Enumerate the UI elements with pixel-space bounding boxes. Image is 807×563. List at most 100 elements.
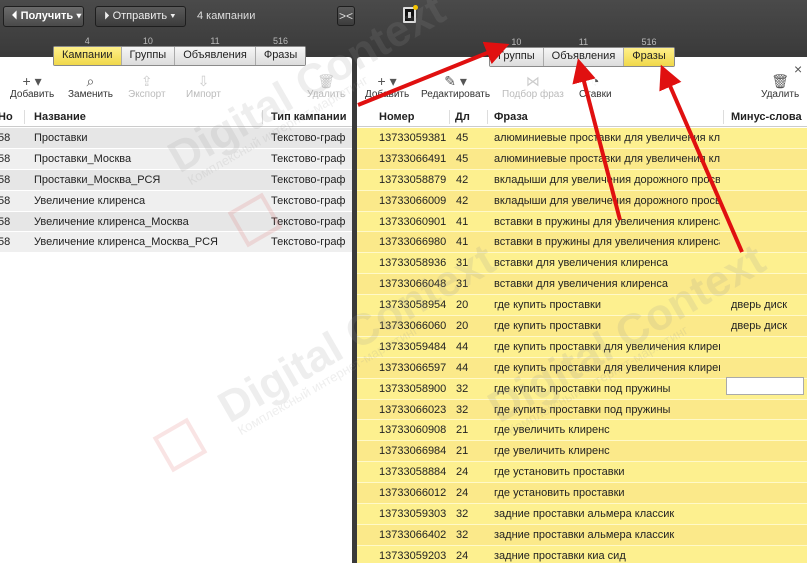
column-campaign-type[interactable]: Тип кампании	[271, 111, 346, 123]
rates-button[interactable]: ◔ Ставки	[579, 73, 612, 100]
replace-button[interactable]: ⌕ Заменить	[68, 73, 113, 100]
cell-number: 58	[0, 194, 11, 207]
add-button[interactable]: + ▾ Добавить	[10, 73, 54, 100]
minus-words-edit-field[interactable]	[726, 376, 804, 395]
close-icon[interactable]: ×	[794, 61, 802, 77]
table-row[interactable]: 13733066048 31 вставки для увеличения клир…	[357, 274, 807, 296]
table-row[interactable]: 13733066402 32 задние проставки альмера кл…	[357, 524, 807, 546]
cell-phrase: вставки в пружины для увеличения клиренс…	[494, 215, 720, 228]
table-row[interactable]: 58 Увеличение клиренса_Москва_РСЯ Текстово…	[0, 232, 352, 254]
cell-length: 32	[456, 528, 469, 541]
column-divider[interactable]	[24, 110, 25, 124]
table-row[interactable]: 13733066012 24 где установить проставки	[357, 483, 807, 505]
cell-name: Проставки_Москва_РСЯ	[34, 173, 161, 186]
table-row[interactable]: 13733059484 44 где купить проставки для ув…	[357, 336, 807, 358]
column-number[interactable]: Но	[0, 111, 22, 123]
cell-phrase: задние проставки киа сид	[494, 549, 626, 562]
column-divider[interactable]	[262, 110, 263, 124]
left-toolbar: + ▾ Добавить ⌕ Заменить ⇪ Экспорт ⇩ Импорт 🗑…	[0, 67, 352, 107]
export-icon: ⇪	[140, 73, 153, 89]
cell-length: 31	[456, 278, 469, 291]
tab-2[interactable]: 516 Фразы	[624, 37, 674, 66]
column-number[interactable]: Номер	[379, 111, 415, 123]
notification-dot-icon	[413, 5, 418, 10]
phrase-pick-button[interactable]: ⋈ Подбор фраз	[502, 73, 564, 100]
column-phrase[interactable]: Фраза	[494, 111, 528, 123]
cell-phrase: вкладыши для увеличения дорожного просве…	[494, 194, 720, 207]
cell-length: 24	[456, 466, 469, 479]
table-row[interactable]: 13733066597 44 где купить проставки для ув…	[357, 357, 807, 379]
cell-campaign-type: Текстово-граф	[271, 236, 346, 249]
table-row[interactable]: 58 Увеличение клиренса Текстово-граф	[0, 190, 352, 212]
table-row[interactable]: 13733058884 24 где установить проставки	[357, 462, 807, 484]
table-row[interactable]: 13733059203 24 задние проставки киа сид	[357, 545, 807, 563]
cell-name: Проставки_Москва	[34, 152, 132, 165]
table-row[interactable]: 13733059303 32 задние проставки альмера кл…	[357, 504, 807, 525]
table-row[interactable]: 13733058900 32 где купить проставки под пр…	[357, 376, 807, 400]
table-row[interactable]: 13733060908 21 где увеличить клиренс	[357, 420, 807, 442]
tab-3[interactable]: 516 Фразы	[255, 36, 306, 65]
tab-count: 11	[578, 37, 589, 47]
tab-0[interactable]: 10 Группы	[490, 37, 544, 66]
get-button[interactable]: ⏴ Получить ▾	[3, 6, 84, 27]
cell-length: 20	[456, 299, 469, 312]
table-row[interactable]: 13733066060 20 где купить проставки дверь д…	[357, 316, 807, 337]
table-row[interactable]: 58 Проставки Текстово-граф	[0, 128, 352, 149]
table-row[interactable]: 58 Увеличение клиренса_Москва Текстово-гра…	[0, 211, 352, 233]
left-tabs: 4 Кампании 10 Группы 11 Объявления 516 Фразы	[53, 36, 307, 66]
table-row[interactable]: 13733066984 21 где увеличить клиренс	[357, 441, 807, 463]
cell-minus-words: дверь диск	[731, 299, 788, 312]
cell-number: 13733066402	[379, 528, 447, 541]
campaigns-count: 4 кампании	[197, 10, 256, 22]
right-tabs: 10 Группы 11 Объявления 516 Фразы	[489, 37, 675, 67]
download-icon: ⏴	[12, 10, 21, 22]
table-row[interactable]: 13733058954 20 где купить проставки дверь д…	[357, 295, 807, 317]
delete-button[interactable]: 🗑 Удалить	[307, 73, 345, 100]
trash-icon: 🗑	[317, 73, 335, 89]
cell-length: 32	[456, 382, 469, 395]
cell-phrase: где купить проставки для увеличения клир…	[494, 361, 720, 374]
table-row[interactable]: 13733058879 42 вкладыши для увеличения дор…	[357, 169, 807, 191]
column-minus-words[interactable]: Минус-слова	[731, 111, 802, 123]
table-row[interactable]: 13733060901 41 вставки в пружины для увели…	[357, 211, 807, 233]
add-phrase-button[interactable]: + ▾ Добавить	[365, 73, 409, 100]
column-divider[interactable]	[449, 110, 450, 124]
app-window: ⏴ Получить ▾ ⏵ Отправить ▾ 4 кампании ><…	[0, 0, 807, 563]
edit-button[interactable]: ✎ ▾ Редактировать	[421, 73, 490, 100]
cell-number: 58	[0, 152, 11, 165]
cell-length: 44	[456, 340, 469, 353]
column-name[interactable]: Название	[34, 111, 86, 123]
left-table-body: 58 Проставки Текстово-граф 58 Проставки_Моск…	[0, 128, 352, 254]
cell-phrase: где купить проставки под пружины	[494, 382, 671, 395]
cell-number: 58	[0, 173, 11, 186]
cell-name: Увеличение клиренса_Москва	[34, 215, 189, 228]
collapse-panels-button[interactable]: ><	[337, 6, 355, 26]
table-row[interactable]: 13733066023 32 где купить проставки под пр…	[357, 399, 807, 421]
tab-0[interactable]: 4 Кампании	[54, 36, 122, 65]
table-row[interactable]: 58 Проставки_Москва Текстово-граф	[0, 148, 352, 170]
import-button[interactable]: ⇩ Импорт	[186, 73, 221, 100]
tab-2[interactable]: 11 Объявления	[175, 36, 256, 65]
upload-icon: ⏵	[104, 10, 113, 22]
column-length[interactable]: Дл	[455, 111, 483, 123]
send-button[interactable]: ⏵ Отправить ▾	[95, 6, 186, 27]
plus-icon: + ▾	[22, 73, 42, 89]
cell-length: 21	[456, 445, 469, 458]
table-row[interactable]: 13733058936 31 вставки для увеличения клир…	[357, 253, 807, 275]
table-row[interactable]: 13733066491 45 алюминиевые проставки для у…	[357, 148, 807, 170]
table-row[interactable]: 13733059381 45 алюминиевые проставки для у…	[357, 128, 807, 149]
table-row[interactable]: 13733066980 41 вставки в пружины для увели…	[357, 232, 807, 254]
tab-count: 4	[84, 36, 90, 46]
export-button[interactable]: ⇪ Экспорт	[128, 73, 166, 100]
tab-1[interactable]: 11 Объявления	[543, 37, 625, 66]
tab-1[interactable]: 10 Группы	[121, 36, 176, 65]
cell-phrase: вставки в пружины для увеличения клиренс…	[494, 236, 720, 249]
cell-number: 13733058900	[379, 382, 447, 395]
table-row[interactable]: 13733066009 42 вкладыши для увеличения дор…	[357, 190, 807, 212]
table-row[interactable]: 58 Проставки_Москва_РСЯ Текстово-граф	[0, 169, 352, 191]
cell-name: Проставки	[34, 132, 88, 144]
column-divider[interactable]	[487, 110, 488, 124]
column-divider[interactable]	[723, 110, 724, 124]
delete-phrase-button[interactable]: 🗑 Удалить	[761, 73, 799, 100]
cell-number: 13733058879	[379, 173, 447, 186]
